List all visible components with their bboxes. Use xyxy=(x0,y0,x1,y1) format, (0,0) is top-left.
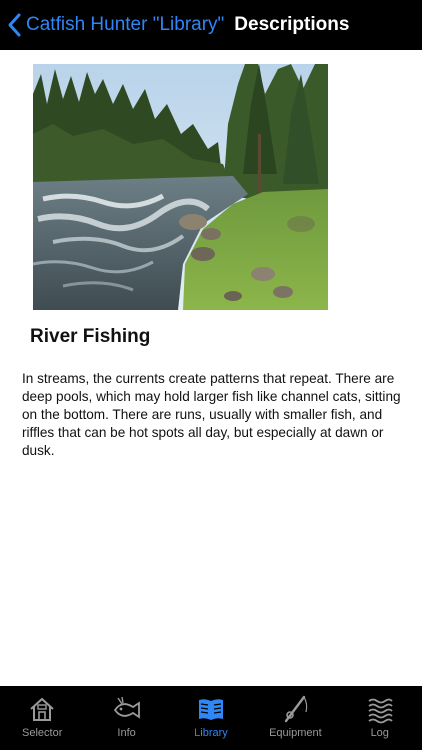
tab-label: Info xyxy=(117,727,136,739)
river-photo xyxy=(33,64,328,310)
fish-icon xyxy=(113,696,140,719)
tab-label: Selector xyxy=(22,727,63,739)
page-title: Descriptions xyxy=(234,14,350,35)
article-description: In streams, the currents create patterns… xyxy=(22,371,401,458)
back-button[interactable]: Catfish Hunter "Library" xyxy=(0,0,224,50)
tab-selector[interactable]: Selector xyxy=(0,686,84,739)
tab-library[interactable]: Library xyxy=(169,686,253,739)
article-heading: River Fishing xyxy=(30,326,151,347)
waves-icon xyxy=(368,698,393,724)
tab-log[interactable]: Log xyxy=(338,686,422,739)
chevron-left-icon xyxy=(8,13,21,37)
navigation-bar: Catfish Hunter "Library" Descriptions xyxy=(0,0,422,50)
tab-label: Equipment xyxy=(269,727,322,739)
tab-bar: Selector Info Library Equipment Log xyxy=(0,686,422,750)
back-button-label: Catfish Hunter "Library" xyxy=(26,14,225,35)
tab-info[interactable]: Info xyxy=(85,686,169,739)
house-icon xyxy=(30,697,54,721)
tab-equipment[interactable]: Equipment xyxy=(253,686,337,739)
fishing-rod-icon xyxy=(285,695,308,723)
book-icon xyxy=(198,699,223,720)
tab-label: Library xyxy=(194,727,228,739)
tab-label: Log xyxy=(370,727,389,739)
